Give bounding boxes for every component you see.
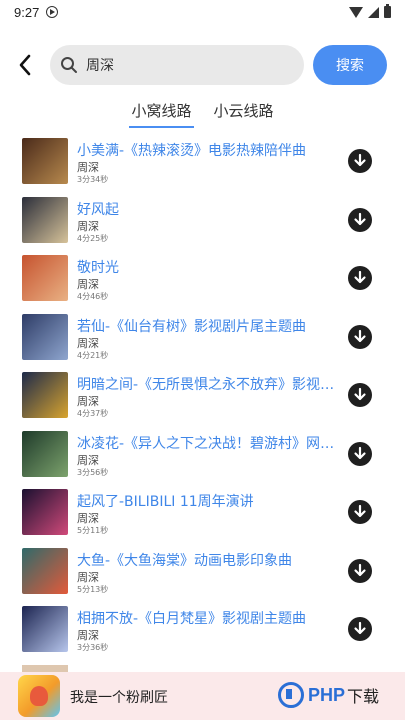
song-duration: 4分25秒 xyxy=(77,233,109,243)
song-artist: 周深 xyxy=(77,395,99,408)
album-cover xyxy=(22,313,68,360)
song-row[interactable]: 好风起 周深 4分25秒 xyxy=(0,196,405,255)
download-icon[interactable] xyxy=(348,149,372,173)
tab-xiaowo[interactable]: 小窝线路 xyxy=(129,98,194,128)
song-artist: 周深 xyxy=(77,629,99,642)
song-title: 明暗之间-《无所畏惧之永不放弃》影视剧主... xyxy=(77,377,347,393)
song-title: 敬时光 xyxy=(77,260,119,276)
song-artist: 周深 xyxy=(77,336,99,350)
song-row[interactable]: 小美满-《热辣滚烫》电影热辣陪伴曲 周深 3分34秒 xyxy=(0,137,405,196)
song-title: 小美满-《热辣滚烫》电影热辣陪伴曲 xyxy=(77,143,307,159)
album-cover xyxy=(22,606,68,652)
download-icon[interactable] xyxy=(348,441,372,466)
song-title: 起风了-BILIBILI 11周年演讲 xyxy=(77,494,254,510)
song-title: 相拥不放-《白月梵星》影视剧主题曲 xyxy=(77,611,307,627)
song-row[interactable]: 冰凌花-《异人之下之决战！碧游村》网络剧... 周深 3分56秒 xyxy=(0,430,405,489)
watermark-logo: PHP 下载 xyxy=(278,682,379,708)
wifi-icon xyxy=(349,6,363,18)
song-duration: 4分46秒 xyxy=(77,292,109,301)
ad-banner[interactable]: 我是一个粉刷匠 PHP 下载 xyxy=(0,672,405,720)
download-icon[interactable] xyxy=(348,266,372,290)
tab-xiaoyun[interactable]: 小云线路 xyxy=(212,98,276,128)
search-icon xyxy=(60,56,78,74)
song-duration: 3分36秒 xyxy=(77,643,109,652)
song-duration: 4分21秒 xyxy=(77,350,109,360)
album-cover xyxy=(22,196,68,243)
status-icons xyxy=(349,4,391,18)
search-button[interactable]: 搜索 xyxy=(313,45,387,85)
ad-text: 我是一个粉刷匠 xyxy=(70,690,168,706)
song-artist: 周深 xyxy=(77,512,99,525)
album-cover xyxy=(22,372,68,418)
song-row[interactable]: 起风了-BILIBILI 11周年演讲 周深 5分11秒 xyxy=(0,488,405,547)
back-arrow-icon[interactable] xyxy=(14,52,38,78)
song-duration: 3分34秒 xyxy=(77,175,109,184)
song-title: 大鱼-《大鱼海棠》动画电影印象曲 xyxy=(77,552,293,569)
watermark-brand: PHP xyxy=(308,684,346,705)
status-time: 9:27 xyxy=(14,4,40,20)
song-artist: 周深 xyxy=(77,570,99,584)
song-artist: 周深 xyxy=(77,453,99,467)
download-icon[interactable] xyxy=(348,324,372,349)
media-playing-icon xyxy=(46,6,59,18)
download-icon[interactable] xyxy=(348,558,372,583)
song-artist: 周深 xyxy=(77,278,99,291)
song-title: 若仙-《仙台有树》影视剧片尾主题曲 xyxy=(77,318,307,335)
song-row[interactable]: 大鱼-《大鱼海棠》动画电影印象曲 周深 5分13秒 xyxy=(0,547,405,606)
download-icon[interactable] xyxy=(348,500,372,524)
album-cover xyxy=(22,430,68,477)
song-artist: 周深 xyxy=(77,161,99,174)
ad-app-icon xyxy=(18,675,60,717)
song-duration: 4分37秒 xyxy=(77,409,109,418)
search-input[interactable]: 周深 xyxy=(50,45,304,85)
album-cover xyxy=(22,489,68,535)
watermark-brand-suffix: 下载 xyxy=(347,687,380,706)
source-tabs: 小窝线路 小云线路 xyxy=(0,98,405,128)
song-duration: 3分56秒 xyxy=(77,467,109,477)
song-row[interactable]: 敬时光 周深 4分46秒 xyxy=(0,254,405,313)
php-logo-icon xyxy=(278,682,304,708)
signal-icon xyxy=(368,6,379,18)
song-row[interactable]: 明暗之间-《无所畏惧之永不放弃》影视剧主... 周深 4分37秒 xyxy=(0,371,405,430)
battery-icon xyxy=(384,4,391,18)
song-list: 小美满-《热辣滚烫》电影热辣陪伴曲 周深 3分34秒 好风起 周深 4分25秒 … xyxy=(0,137,405,664)
status-bar: 9:27 xyxy=(0,0,405,24)
song-row[interactable]: 相拥不放-《白月梵星》影视剧主题曲 周深 3分36秒 xyxy=(0,605,405,664)
song-row[interactable]: 若仙-《仙台有树》影视剧片尾主题曲 周深 4分21秒 xyxy=(0,313,405,372)
search-query-text: 周深 xyxy=(86,58,114,74)
song-title: 冰凌花-《异人之下之决战！碧游村》网络剧... xyxy=(77,435,347,452)
download-icon[interactable] xyxy=(348,383,372,407)
search-row: 周深 搜索 xyxy=(0,44,405,86)
song-title: 好风起 xyxy=(77,201,119,218)
song-duration: 5分11秒 xyxy=(77,526,109,535)
song-artist: 周深 xyxy=(77,219,99,233)
download-icon[interactable] xyxy=(348,617,372,641)
download-icon[interactable] xyxy=(348,207,372,232)
song-duration: 5分13秒 xyxy=(77,584,109,594)
album-cover xyxy=(22,255,68,301)
album-cover xyxy=(22,547,68,594)
album-cover xyxy=(22,138,68,184)
